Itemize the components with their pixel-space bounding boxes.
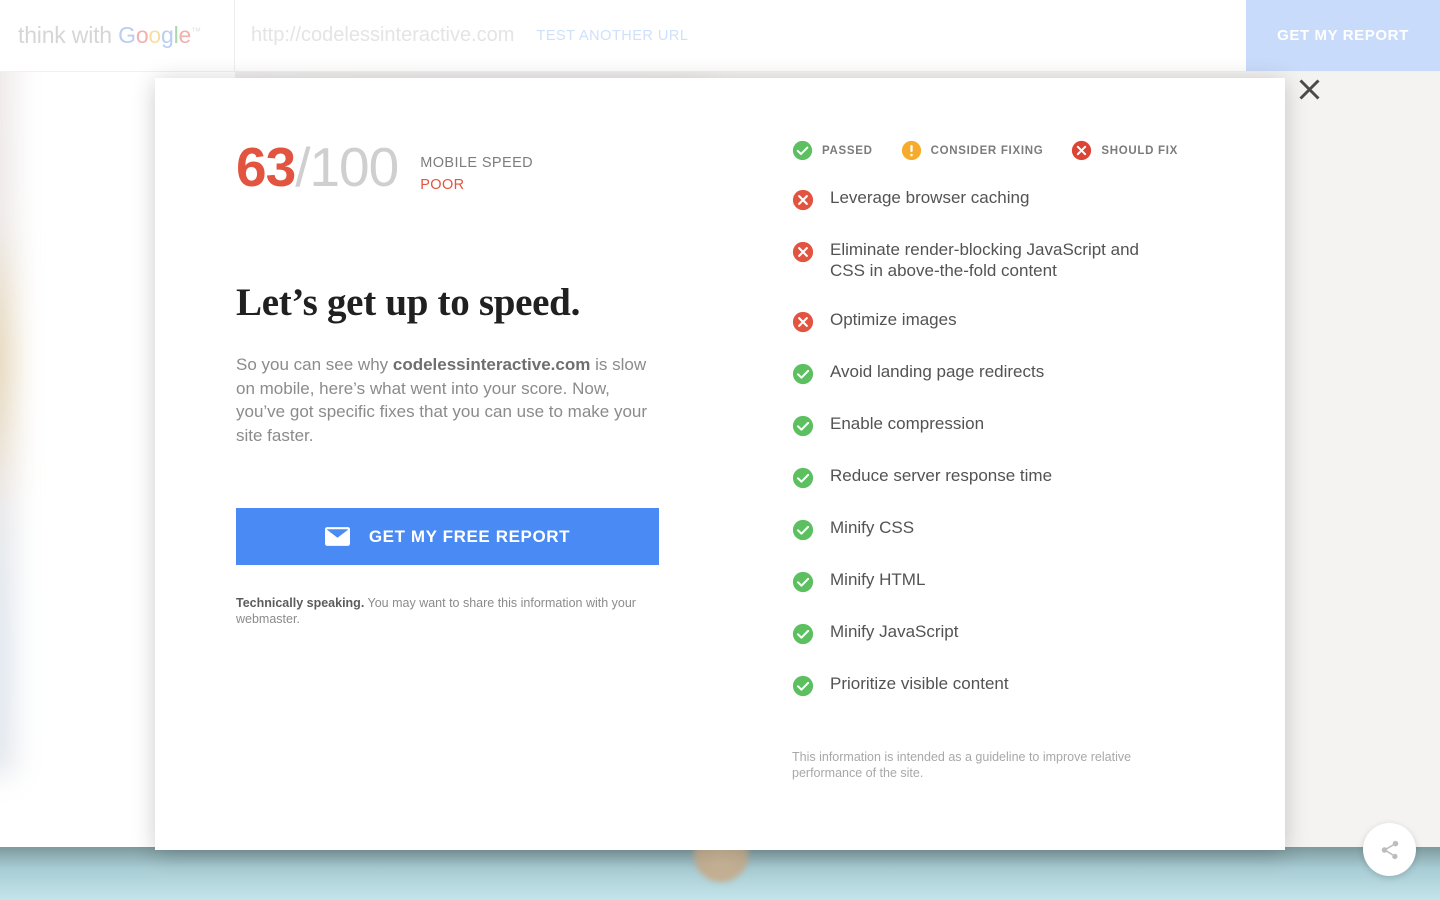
envelope-icon — [324, 527, 350, 546]
audit-row: Minify CSS — [792, 517, 1212, 541]
logo-think: think — [18, 22, 66, 48]
score-verdict: POOR — [420, 177, 465, 193]
logo-google: Google — [118, 22, 192, 48]
score-denominator: /100 — [295, 136, 399, 198]
legend-item-should-fix: SHOULD FIX — [1071, 140, 1178, 161]
intro-pre: So you can see why — [236, 355, 393, 374]
intro-domain: codelessinteractive.com — [392, 355, 591, 374]
background-photo-left — [0, 0, 15, 775]
audit-row: Optimize images — [792, 309, 1212, 333]
think-with-google-logo: think with Google™ — [18, 22, 201, 49]
audit-row: Leverage browser caching — [792, 187, 1212, 211]
legend-item-passed: PASSED — [792, 140, 873, 161]
audit-label: Minify CSS — [830, 518, 915, 537]
share-button[interactable] — [1363, 823, 1416, 876]
audit-row: Minify JavaScript — [792, 621, 1212, 645]
audit-row: Avoid landing page redirects — [792, 361, 1212, 385]
page-title: Let’s get up to speed. — [236, 281, 581, 324]
audit-label: Prioritize visible content — [830, 674, 1009, 693]
speed-report-modal: 63 /100 MOBILE SPEED POOR Let’s get up t… — [155, 78, 1285, 850]
x-circle-icon — [792, 239, 814, 263]
audit-label: Minify JavaScript — [830, 622, 959, 641]
audit-label: Enable compression — [830, 414, 985, 433]
legend-label-passed: PASSED — [822, 144, 873, 157]
modal-left-column: 63 /100 MOBILE SPEED POOR Let’s get up t… — [236, 140, 706, 627]
top-bar: think with Google™ http://codelessintera… — [0, 0, 1440, 72]
legend-item-consider-fixing: CONSIDER FIXING — [901, 140, 1044, 161]
score-value: 63 — [236, 136, 296, 198]
status-legend: PASSED CONSIDER FIXING SHOULD FIX — [792, 140, 1212, 161]
check-circle-icon — [792, 413, 814, 437]
audit-row: Prioritize visible content — [792, 673, 1212, 697]
test-another-url-link[interactable]: TEST ANOTHER URL — [536, 28, 688, 44]
score-fraction: 63 /100 — [236, 136, 399, 198]
technical-note: Technically speaking. You may want to sh… — [236, 595, 656, 627]
audit-label: Avoid landing page redirects — [830, 362, 1045, 381]
check-circle-icon — [792, 361, 814, 385]
audit-label: Leverage browser caching — [830, 188, 1030, 207]
cta-label: GET MY FREE REPORT — [368, 526, 571, 546]
close-button[interactable] — [1293, 73, 1325, 105]
get-my-report-button[interactable]: GET MY REPORT — [1246, 0, 1440, 71]
check-circle-icon — [792, 465, 814, 489]
audit-row: Enable compression — [792, 413, 1212, 437]
x-circle-icon — [792, 309, 814, 333]
score-metric-label: MOBILE SPEED — [420, 155, 534, 171]
x-circle-icon — [1071, 140, 1092, 161]
audit-row: Minify HTML — [792, 569, 1212, 593]
close-icon — [1296, 76, 1323, 103]
score-block: 63 /100 MOBILE SPEED POOR — [236, 140, 706, 196]
legend-label-should-fix: SHOULD FIX — [1101, 144, 1179, 157]
check-circle-icon — [792, 517, 814, 541]
disclaimer-text: This information is intended as a guidel… — [792, 750, 1132, 780]
audit-label: Eliminate render-blocking JavaScript and… — [830, 240, 1139, 280]
score-meta: MOBILE SPEED POOR — [420, 140, 533, 196]
audit-label: Optimize images — [830, 310, 957, 329]
audit-row: Reduce server response time — [792, 465, 1212, 489]
logo-with: with — [71, 22, 112, 48]
warning-circle-icon — [901, 140, 922, 161]
technical-note-bold: Technically speaking. — [236, 596, 365, 610]
audit-row: Eliminate render-blocking JavaScript and… — [792, 239, 1212, 281]
x-circle-icon — [792, 187, 814, 211]
check-circle-icon — [792, 569, 814, 593]
url-cell: http://codelessinteractive.com TEST ANOT… — [235, 0, 1246, 71]
audit-label: Minify HTML — [830, 570, 926, 589]
check-circle-icon — [792, 621, 814, 645]
legend-label-consider-fixing: CONSIDER FIXING — [930, 144, 1044, 157]
logo-cell[interactable]: think with Google™ — [0, 0, 235, 71]
audit-list: Leverage browser caching Eliminate render… — [792, 187, 1212, 697]
share-icon — [1379, 839, 1401, 861]
check-circle-icon — [792, 140, 813, 161]
check-circle-icon — [792, 673, 814, 697]
modal-right-column: PASSED CONSIDER FIXING SHOULD FIX Levera… — [792, 140, 1212, 781]
tested-url: http://codelessinteractive.com — [251, 24, 515, 46]
intro-paragraph: So you can see why codelessinteractive.c… — [236, 353, 656, 447]
audit-label: Reduce server response time — [830, 466, 1053, 485]
trademark-mark: ™ — [191, 26, 201, 38]
get-my-free-report-button[interactable]: GET MY FREE REPORT — [236, 508, 659, 565]
